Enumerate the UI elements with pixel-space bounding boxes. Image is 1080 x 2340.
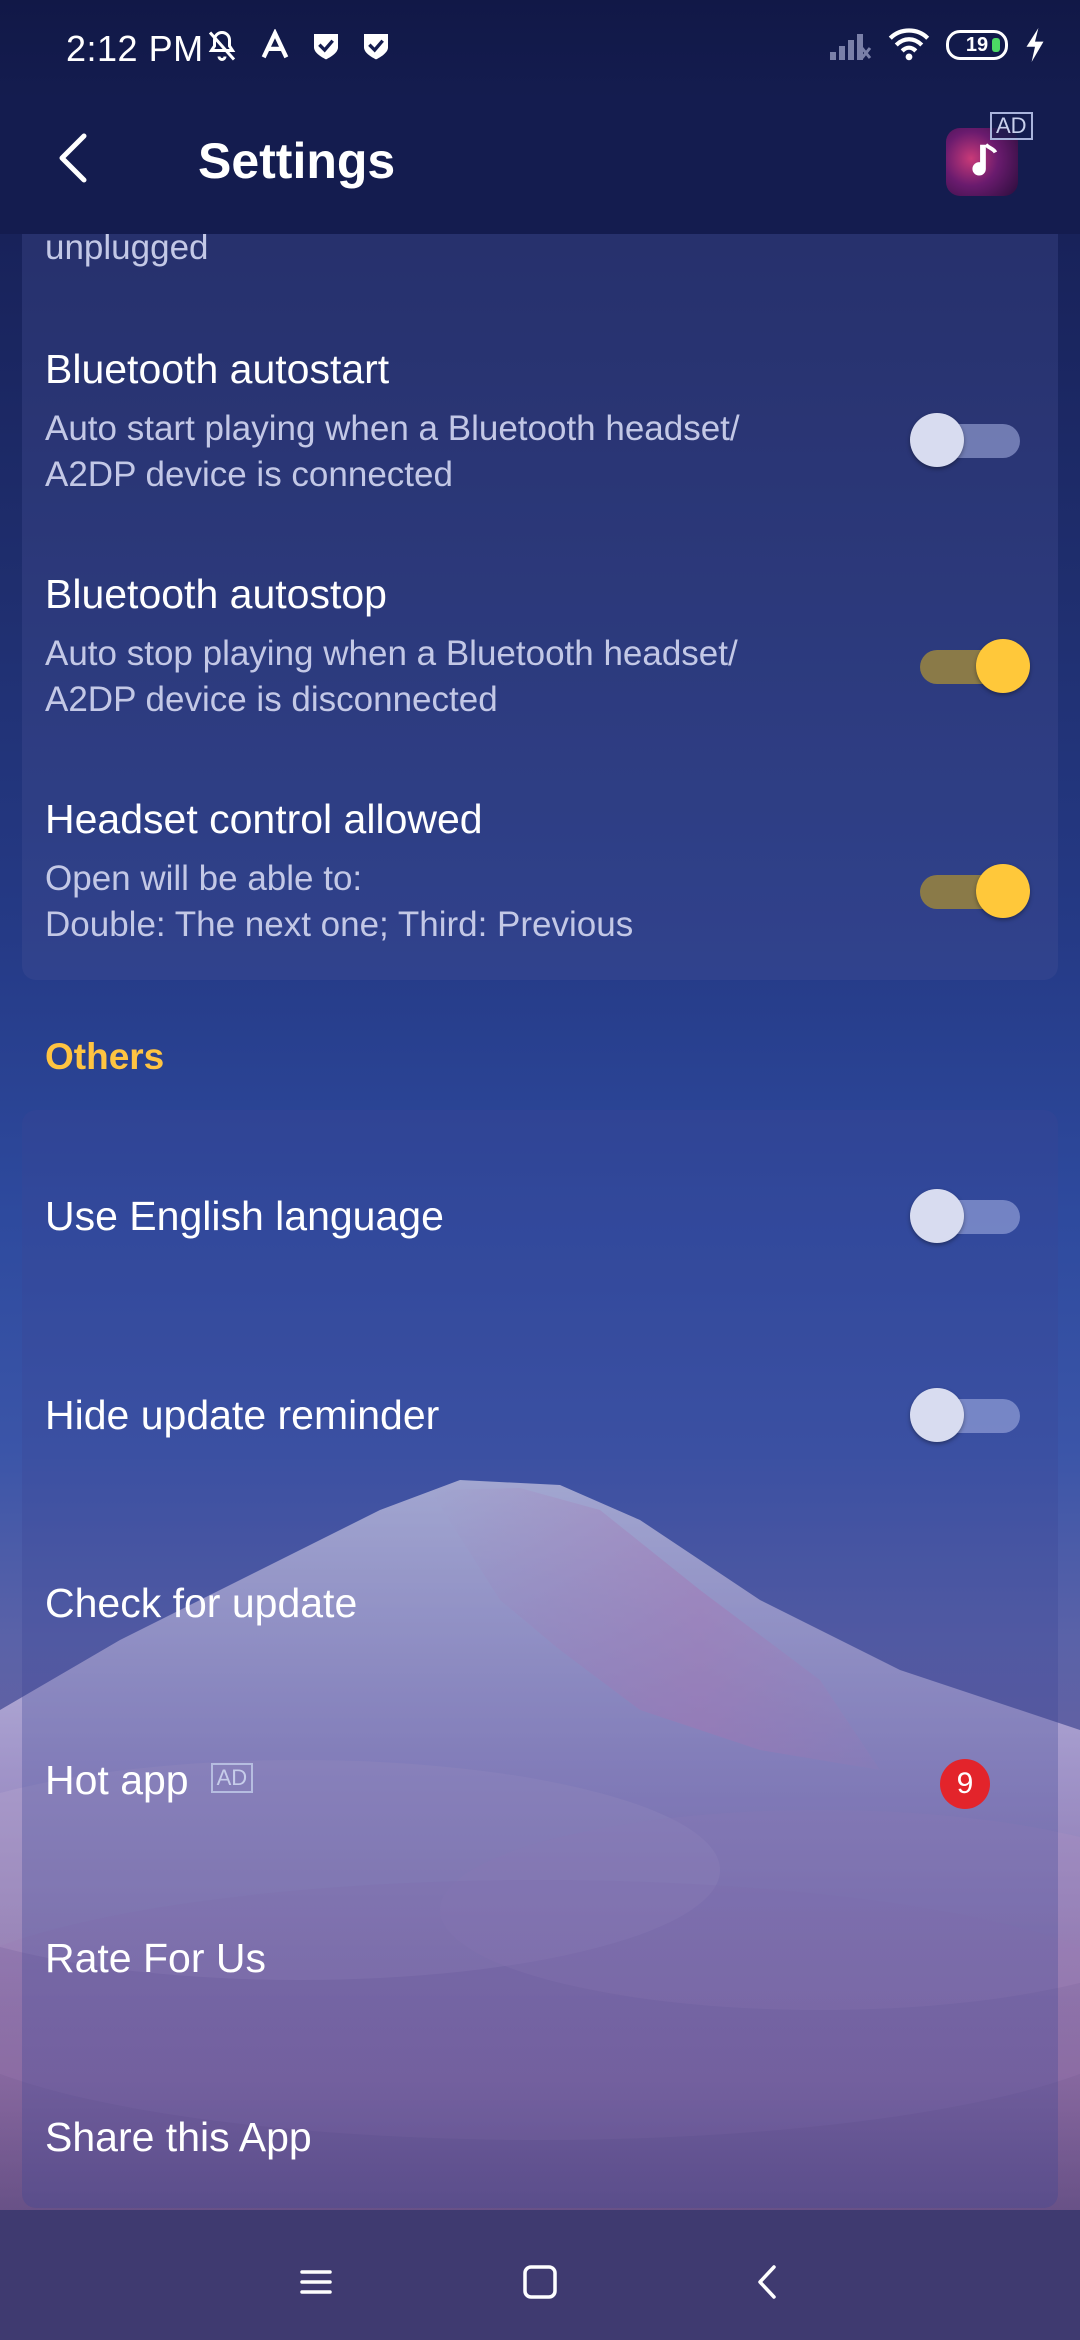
battery-level: 19 bbox=[965, 33, 989, 56]
music-note-icon bbox=[972, 143, 998, 176]
setting-row-check-update[interactable]: Check for update bbox=[22, 1540, 1058, 1670]
setting-row-headset-control[interactable]: Headset control allowed Open will be abl… bbox=[22, 790, 1058, 980]
mute-icon bbox=[208, 30, 236, 61]
setting-description-partial: unplugged bbox=[45, 228, 209, 267]
setting-row-hide-update-reminder[interactable]: Hide update reminder bbox=[22, 1350, 1058, 1480]
settings-card-others: Use English language Hide update reminde… bbox=[22, 1110, 1058, 2208]
setting-title: Headset control allowed bbox=[45, 796, 483, 842]
setting-description-line2: Double: The next one; Third: Previous bbox=[45, 905, 634, 944]
setting-row-share-app[interactable]: Share this App bbox=[22, 2070, 1058, 2200]
section-header-others: Others bbox=[45, 1036, 165, 1077]
setting-title: Rate For Us bbox=[45, 1935, 266, 1981]
setting-title: Use English language bbox=[45, 1193, 444, 1239]
system-navigation-bar bbox=[0, 2210, 1080, 2340]
back-arrow-icon[interactable] bbox=[46, 128, 106, 188]
menu-icon[interactable] bbox=[286, 2252, 346, 2312]
bluetooth-autostop-toggle[interactable] bbox=[910, 636, 1030, 696]
setting-title: Hot app AD bbox=[45, 1757, 254, 1804]
bluetooth-autostart-toggle[interactable] bbox=[910, 410, 1030, 470]
battery-icon: 19 bbox=[946, 30, 1008, 60]
notification-badge: 9 bbox=[940, 1759, 990, 1809]
status-icons-right: 19 bbox=[828, 28, 1046, 62]
hide-update-reminder-toggle[interactable] bbox=[910, 1385, 1030, 1445]
headset-control-toggle[interactable] bbox=[910, 861, 1030, 921]
ad-label: AD bbox=[210, 1763, 254, 1794]
wifi-icon bbox=[888, 28, 930, 61]
page-title: Settings bbox=[198, 133, 396, 189]
app-header: Settings bbox=[0, 100, 1080, 234]
setting-row-bluetooth-autostop[interactable]: Bluetooth autostop Auto stop playing whe… bbox=[22, 565, 1058, 765]
setting-title: Share this App bbox=[45, 2114, 312, 2160]
shield-check-icon bbox=[364, 34, 388, 60]
shield-check-icon bbox=[314, 34, 338, 60]
home-square-icon[interactable] bbox=[510, 2252, 570, 2312]
setting-title: Bluetooth autostart bbox=[45, 346, 390, 392]
setting-row-use-english[interactable]: Use English language bbox=[22, 1150, 1058, 1280]
setting-title: Bluetooth autostop bbox=[45, 571, 387, 617]
hot-app-label: Hot app bbox=[45, 1757, 189, 1803]
settings-card-playback: Bluetooth autostart Auto start playing w… bbox=[22, 190, 1058, 980]
setting-description-line1: Open will be able to: bbox=[45, 859, 363, 898]
status-bar: 2:12 PM 19 bbox=[0, 0, 1080, 100]
signal-icon bbox=[830, 34, 872, 60]
setting-description-line2: A2DP device is connected bbox=[45, 455, 453, 494]
setting-row-bluetooth-autostart[interactable]: Bluetooth autostart Auto start playing w… bbox=[22, 340, 1058, 540]
setting-description-line2: A2DP device is disconnected bbox=[45, 680, 498, 719]
status-icons-left bbox=[204, 28, 392, 64]
status-time: 2:12 PM bbox=[66, 28, 204, 69]
ad-label: AD bbox=[990, 112, 1033, 140]
setting-row-hot-app[interactable]: Hot app AD 9 bbox=[22, 1715, 1058, 1845]
setting-description-line1: Auto stop playing when a Bluetooth heads… bbox=[45, 634, 738, 673]
use-english-toggle[interactable] bbox=[910, 1186, 1030, 1246]
back-chevron-icon[interactable] bbox=[738, 2252, 798, 2312]
a-icon bbox=[261, 29, 289, 59]
setting-description-line1: Auto start playing when a Bluetooth head… bbox=[45, 409, 740, 448]
charging-icon bbox=[1026, 28, 1044, 62]
setting-title: Hide update reminder bbox=[45, 1392, 440, 1438]
setting-row-rate-for-us[interactable]: Rate For Us bbox=[22, 1895, 1058, 2025]
setting-title: Check for update bbox=[45, 1580, 358, 1626]
